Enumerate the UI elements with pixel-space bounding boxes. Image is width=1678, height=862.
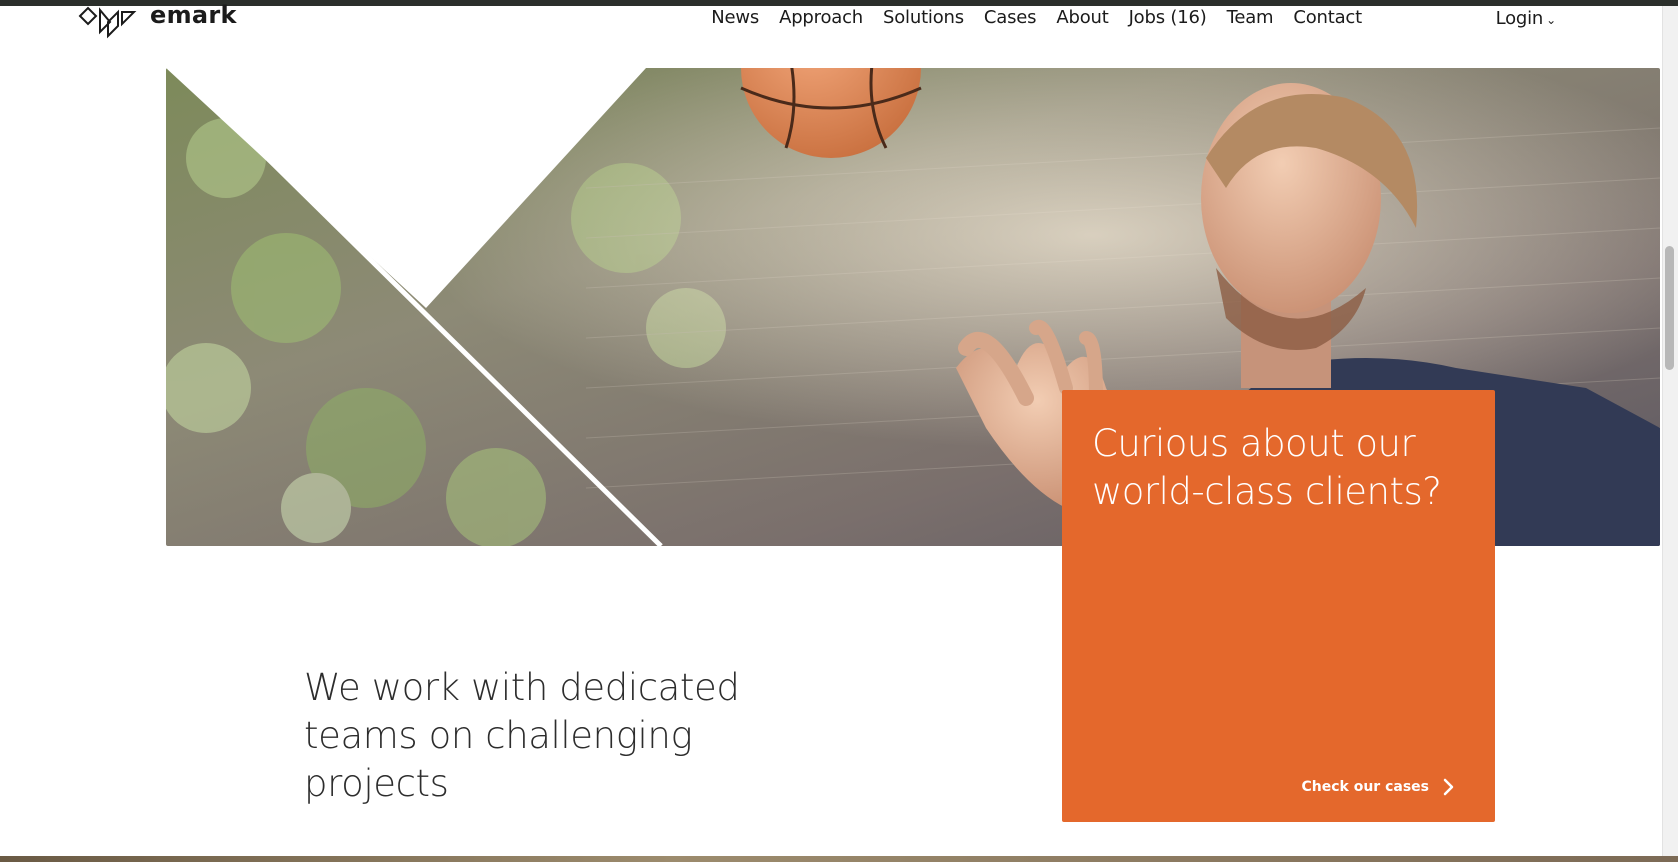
nav-item-contact[interactable]: Contact — [1293, 6, 1362, 30]
site-header: emark News Approach Solutions Cases Abou… — [0, 1, 1662, 68]
logo-wordmark: emark — [150, 1, 237, 29]
logo-mark-icon — [78, 6, 137, 39]
window-bottom-edge — [0, 856, 1678, 862]
cases-callout-card[interactable]: Curious about our world-class clients? C… — [1062, 390, 1495, 822]
login-menu[interactable]: Login ⌄ — [1495, 6, 1557, 32]
cases-callout-title: Curious about our world-class clients? — [1092, 422, 1442, 513]
chevron-right-icon — [1443, 778, 1454, 796]
main-navigation: News Approach Solutions Cases About Jobs… — [711, 6, 1362, 30]
nav-item-team[interactable]: Team — [1227, 6, 1274, 30]
nav-item-approach[interactable]: Approach — [779, 6, 863, 30]
page-scrollbar-thumb[interactable] — [1665, 246, 1674, 370]
nav-item-about[interactable]: About — [1056, 6, 1108, 30]
check-our-cases-label: Check our cases — [1301, 779, 1430, 795]
nav-item-jobs[interactable]: Jobs (16) — [1129, 6, 1207, 30]
check-our-cases-link[interactable]: Check our cases — [1302, 778, 1456, 796]
site-logo[interactable]: emark — [78, 1, 237, 40]
nav-item-cases[interactable]: Cases — [984, 6, 1037, 30]
login-label: Login — [1495, 8, 1544, 29]
intro-tagline: We work with dedicated teams on challeng… — [304, 666, 740, 805]
page-scrollbar-track[interactable] — [1662, 6, 1678, 856]
chevron-down-icon: ⌄ — [1546, 13, 1556, 27]
nav-item-solutions[interactable]: Solutions — [883, 6, 964, 30]
nav-item-news[interactable]: News — [711, 6, 759, 30]
